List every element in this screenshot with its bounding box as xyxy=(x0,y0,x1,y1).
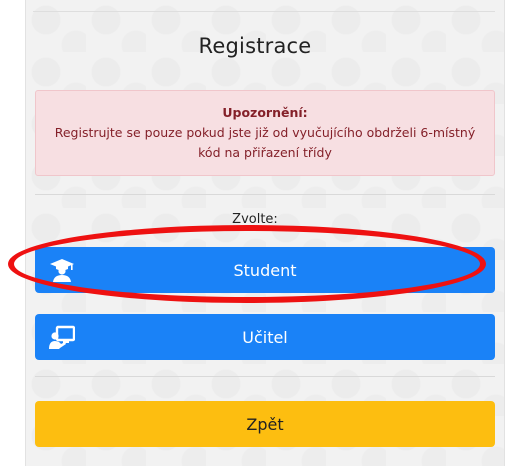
back-button-label: Zpět xyxy=(246,414,284,434)
alert-title: Upozornění: xyxy=(222,105,308,120)
student-button[interactable]: Student xyxy=(35,247,495,293)
teacher-board-icon xyxy=(49,325,75,349)
back-button[interactable]: Zpět xyxy=(35,401,495,447)
warning-alert: Upozornění: Registrujte se pouze pokud j… xyxy=(35,90,495,176)
teacher-button[interactable]: Učitel xyxy=(35,314,495,360)
divider xyxy=(35,194,495,195)
divider xyxy=(35,376,495,377)
alert-message: Registrujte se pouze pokud jste již od v… xyxy=(54,125,476,160)
student-graduate-icon xyxy=(50,259,74,282)
teacher-button-label: Učitel xyxy=(242,327,288,347)
student-button-label: Student xyxy=(233,260,297,280)
top-divider xyxy=(33,11,495,12)
page-title: Registrace xyxy=(198,34,312,58)
registration-panel xyxy=(25,0,505,466)
choose-label: Zvolte: xyxy=(232,212,278,227)
